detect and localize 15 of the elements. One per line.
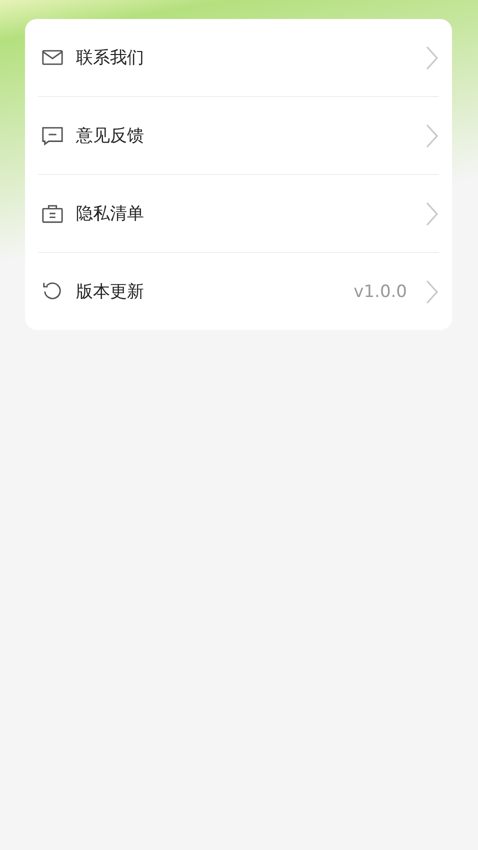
chevron-icon [425, 200, 439, 226]
menu-label: 版本更新 [76, 281, 145, 303]
menu-label: 隐私清单 [76, 203, 145, 225]
version-text: v1.0.0 [354, 282, 407, 302]
chevron-icon [425, 278, 439, 304]
briefcase-icon [41, 202, 64, 225]
menu-label: 联系我们 [76, 47, 145, 69]
menu-item[interactable]: 意见反馈 [38, 96, 439, 174]
menu-item[interactable]: 联系我们 [38, 19, 439, 96]
menu-item[interactable]: 隐私清单 [38, 174, 439, 252]
menu-label: 意见反馈 [76, 125, 145, 147]
chevron-icon [425, 44, 439, 70]
chevron-icon [425, 122, 439, 148]
chat-icon [41, 124, 64, 147]
menu-item[interactable]: 版本更新 v1.0.0 [38, 252, 439, 330]
